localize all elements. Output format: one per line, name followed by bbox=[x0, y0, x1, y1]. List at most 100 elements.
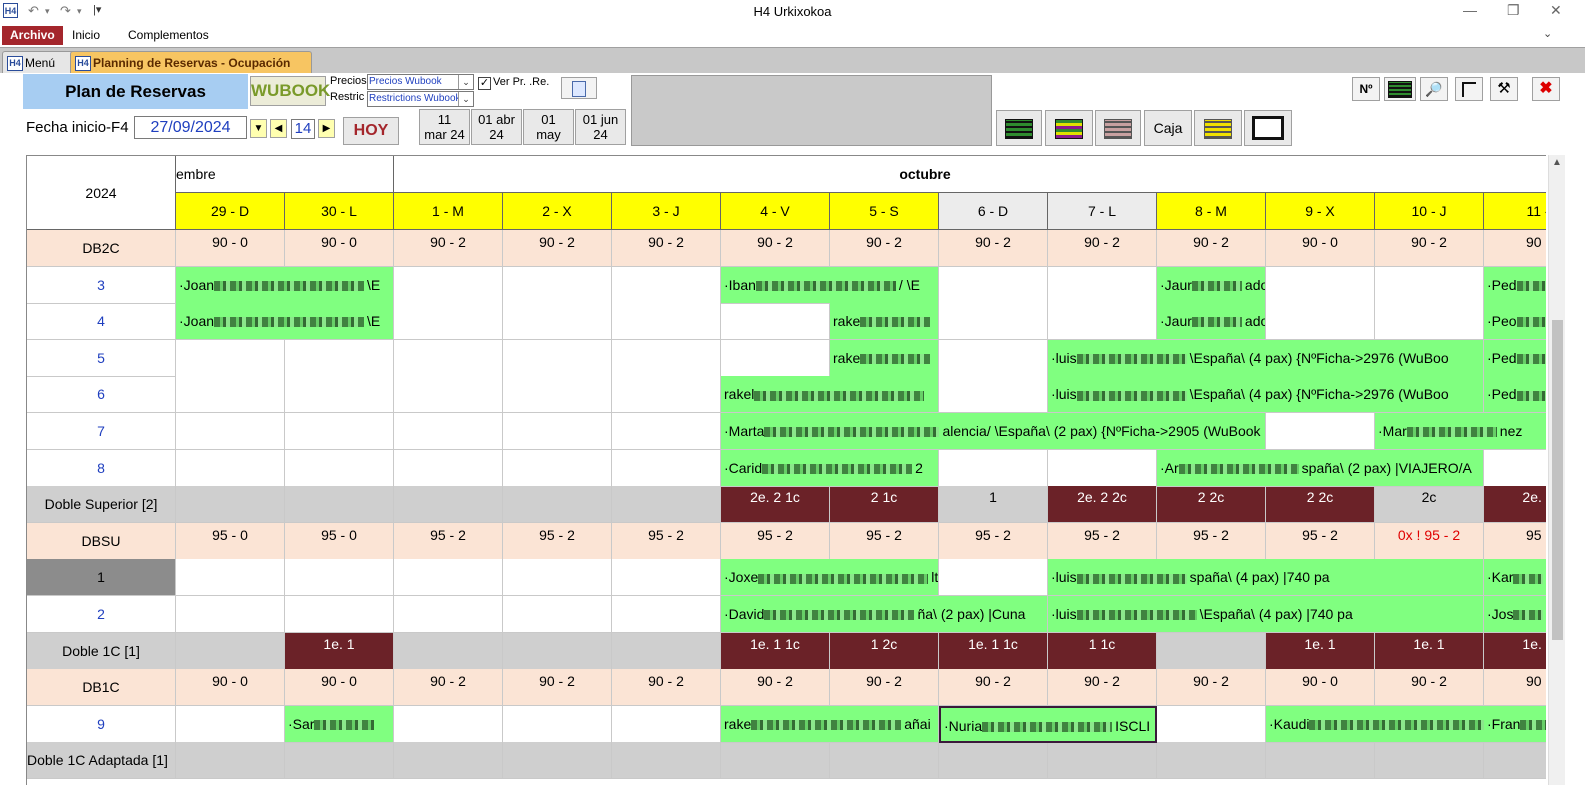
room-day-cell[interactable] bbox=[176, 339, 285, 377]
room-day-cell[interactable] bbox=[176, 413, 285, 450]
room-day-cell[interactable] bbox=[394, 596, 503, 633]
layout-button[interactable] bbox=[1455, 77, 1483, 101]
room-day-cell[interactable] bbox=[503, 559, 612, 597]
reservation-bar[interactable]: ·luis \España\ (4 pax) {NºFicha->2976 (Wu… bbox=[1048, 339, 1484, 377]
day-header[interactable]: 5 - S bbox=[830, 193, 939, 230]
rate-cell[interactable]: 90 - 2 bbox=[721, 230, 830, 267]
prev-button[interactable]: ◀ bbox=[270, 119, 287, 138]
room-day-cell[interactable] bbox=[1048, 266, 1157, 304]
caja-button[interactable]: Caja bbox=[1144, 110, 1192, 146]
room-day-cell[interactable] bbox=[612, 559, 721, 597]
reservation-bar[interactable]: ·Joan \E bbox=[176, 266, 394, 304]
room-day-cell[interactable] bbox=[612, 596, 721, 633]
ribbon-collapse-icon[interactable]: ⌄ bbox=[1543, 27, 1552, 40]
reservation-bar[interactable]: ·Jaur ado bbox=[1157, 303, 1266, 341]
fecha-input[interactable]: 27/09/2024 bbox=[134, 116, 247, 139]
room-day-cell[interactable] bbox=[285, 449, 394, 487]
reservation-bar[interactable]: rakel bbox=[721, 376, 939, 414]
room-day-cell[interactable] bbox=[939, 449, 1048, 487]
reservation-bar[interactable]: ·Peo bbox=[1484, 303, 1546, 341]
rate-cell[interactable]: 90 - 2 bbox=[939, 230, 1048, 267]
rate-cell[interactable]: 90 - 0 bbox=[285, 230, 394, 267]
tools-button[interactable]: ⚒ bbox=[1490, 77, 1518, 101]
rate-cell[interactable]: 90 - 2 bbox=[939, 669, 1048, 707]
room-day-cell[interactable] bbox=[612, 449, 721, 487]
reservation-bar[interactable]: ·luis \España\ (4 pax) |740 pa bbox=[1048, 596, 1484, 633]
room-day-cell[interactable] bbox=[394, 705, 503, 743]
chevron-down-icon[interactable]: ⌄ bbox=[458, 92, 473, 106]
rate-cell[interactable]: 90 - 2 bbox=[721, 669, 830, 707]
rate-cell[interactable]: 95 - bbox=[1484, 522, 1546, 560]
rate-cell[interactable]: 90 - 2 bbox=[830, 230, 939, 267]
room-number[interactable]: 4 bbox=[27, 303, 176, 341]
date-button-mar[interactable]: 11 mar 24 bbox=[419, 109, 470, 145]
rate-cell[interactable]: 95 - 0 bbox=[285, 522, 394, 560]
export-button[interactable] bbox=[561, 77, 597, 99]
day-header[interactable]: 11 - bbox=[1484, 193, 1546, 230]
rate-cell[interactable]: 95 - 2 bbox=[612, 522, 721, 560]
room-day-cell[interactable] bbox=[612, 376, 721, 414]
room-day-cell[interactable] bbox=[612, 339, 721, 377]
room-day-cell[interactable] bbox=[612, 266, 721, 304]
rate-cell[interactable]: 95 - 2 bbox=[1266, 522, 1375, 560]
room-day-cell[interactable] bbox=[503, 339, 612, 377]
date-button-may[interactable]: 01 may bbox=[523, 109, 574, 145]
next-button[interactable]: ▶ bbox=[318, 119, 335, 138]
rate-cell[interactable]: 90 - 2 bbox=[1048, 669, 1157, 707]
preview-button[interactable]: 🔎 bbox=[1420, 77, 1448, 101]
room-day-cell[interactable] bbox=[394, 413, 503, 450]
room-number[interactable]: 6 bbox=[27, 376, 176, 414]
rate-cell[interactable]: 90 - bbox=[1484, 230, 1546, 267]
room-number[interactable]: 7 bbox=[27, 413, 176, 450]
room-number[interactable]: 3 bbox=[27, 266, 176, 304]
room-day-cell[interactable] bbox=[176, 376, 285, 414]
reservation-bar[interactable]: ·Jaur ado bbox=[1157, 266, 1266, 304]
day-header[interactable]: 30 - L bbox=[285, 193, 394, 230]
room-day-cell[interactable] bbox=[1375, 303, 1484, 341]
rate-cell[interactable]: 90 - 0 bbox=[1266, 669, 1375, 707]
room-day-cell[interactable] bbox=[285, 376, 394, 414]
rate-cell[interactable]: 90 - 2 bbox=[612, 669, 721, 707]
rate-cell[interactable]: 95 - 2 bbox=[830, 522, 939, 560]
room-day-cell[interactable] bbox=[285, 559, 394, 597]
room-number[interactable]: 1 bbox=[27, 559, 176, 597]
rate-cell[interactable]: 90 - 2 bbox=[1157, 230, 1266, 267]
room-day-cell[interactable] bbox=[1375, 266, 1484, 304]
room-number[interactable]: 5 bbox=[27, 339, 176, 377]
rate-cell[interactable]: 90 - 2 bbox=[830, 669, 939, 707]
room-day-cell[interactable] bbox=[503, 413, 612, 450]
reservation-bar[interactable]: ·Nuria ISCLI bbox=[939, 705, 1157, 743]
minimize-icon[interactable]: — bbox=[1463, 2, 1477, 18]
reservation-bar[interactable]: rake bbox=[830, 303, 939, 341]
days-input[interactable]: 14 bbox=[291, 119, 315, 139]
tab-complementos[interactable]: Complementos bbox=[120, 26, 217, 45]
day-header[interactable]: 10 - J bbox=[1375, 193, 1484, 230]
wubook-button[interactable]: WUBOOK bbox=[250, 76, 330, 106]
room-day-cell[interactable] bbox=[394, 449, 503, 487]
rate-cell[interactable]: 90 - 2 bbox=[1375, 230, 1484, 267]
day-header[interactable]: 6 - D bbox=[939, 193, 1048, 230]
rate-cell[interactable]: 90 - 2 bbox=[1375, 669, 1484, 707]
reservation-bar[interactable]: ·Carid 2 bbox=[721, 449, 939, 487]
list-view-button[interactable] bbox=[1095, 110, 1141, 146]
scroll-thumb[interactable] bbox=[1552, 320, 1563, 640]
room-day-cell[interactable] bbox=[1048, 449, 1157, 487]
reservation-bar[interactable]: ·Ped bbox=[1484, 339, 1546, 377]
reservation-bar[interactable]: ·David ña\ (2 pax) |Cuna bbox=[721, 596, 1048, 633]
reservation-bar[interactable]: ·Mar nez bbox=[1375, 413, 1546, 450]
rate-cell[interactable]: 90 - 2 bbox=[394, 230, 503, 267]
room-day-cell[interactable] bbox=[612, 413, 721, 450]
reservation-bar[interactable]: ·Iban / \E bbox=[721, 266, 939, 304]
room-day-cell[interactable] bbox=[503, 705, 612, 743]
room-number[interactable]: 2 bbox=[27, 596, 176, 633]
room-day-cell[interactable] bbox=[176, 449, 285, 487]
room-day-cell[interactable] bbox=[1266, 266, 1375, 304]
reservation-bar[interactable]: ·Kar bbox=[1484, 559, 1546, 597]
monitor-button[interactable] bbox=[1244, 110, 1292, 146]
date-picker-button[interactable]: ▼ bbox=[250, 119, 267, 138]
rate-cell[interactable]: 90 - 0 bbox=[1266, 230, 1375, 267]
reservation-bar[interactable]: ·Joxe lt bbox=[721, 559, 939, 597]
rate-cell[interactable]: 0x ! 95 - 2 bbox=[1375, 522, 1484, 560]
rate-cell[interactable]: 95 - 2 bbox=[939, 522, 1048, 560]
color-grid-button[interactable] bbox=[1045, 110, 1093, 146]
